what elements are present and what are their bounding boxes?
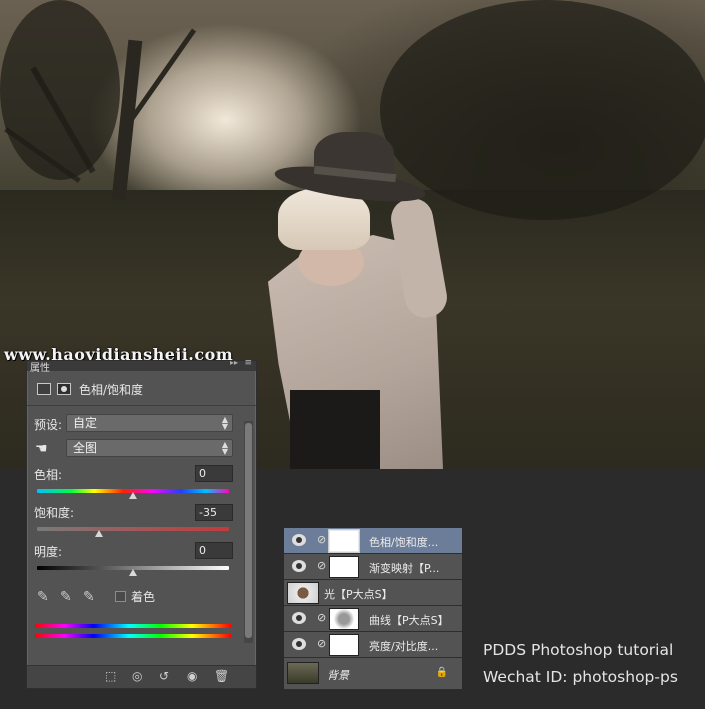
layer-row[interactable]: 背景 🔒: [284, 658, 462, 690]
saturation-slider-track[interactable]: [37, 527, 229, 531]
hue-input[interactable]: 0: [195, 465, 233, 482]
panel-title-row: 色相/饱和度: [37, 380, 143, 398]
link-icon: ⊘: [317, 637, 327, 650]
layer-visibility-eye-icon[interactable]: [292, 560, 306, 572]
trash-icon[interactable]: 🗑: [214, 669, 229, 683]
credit-line-2: Wechat ID: photoshop-ps: [483, 668, 678, 686]
saturation-slider-thumb[interactable]: [95, 530, 104, 537]
link-icon: ⊘: [317, 559, 327, 572]
targeted-adjustment-hand-icon[interactable]: ☚: [35, 441, 48, 457]
dropdown-arrows-icon: ▲ ▼: [221, 440, 228, 456]
lightness-input[interactable]: 0: [195, 542, 233, 559]
lock-icon: 🔒: [435, 667, 448, 678]
link-icon: ⊘: [317, 533, 327, 546]
channel-value: 全图: [73, 441, 98, 455]
woman-skirt: [290, 390, 380, 469]
layer-name: 曲线【P大点S】: [369, 614, 449, 627]
input-color-bar: [35, 624, 231, 628]
eyedropper-minus-icon[interactable]: ✎: [83, 589, 95, 605]
lightness-label: 明度:: [34, 545, 63, 559]
mask-icon[interactable]: [57, 383, 71, 395]
foliage: [0, 0, 120, 180]
layer-mask-thumbnail[interactable]: [329, 634, 359, 656]
layer-mask-thumbnail[interactable]: [329, 608, 359, 630]
layer-row[interactable]: ⊘ 亮度/对比度...: [284, 632, 462, 658]
layer-name: 亮度/对比度...: [369, 640, 439, 653]
panel-scrollbar[interactable]: [244, 421, 253, 643]
layer-row[interactable]: 光【P大点S】: [284, 580, 462, 606]
preset-value: 自定: [73, 416, 98, 430]
layer-row[interactable]: ⊘ 曲线【P大点S】: [284, 606, 462, 632]
panel-title: 色相/饱和度: [79, 382, 144, 397]
hue-label: 色相:: [34, 468, 63, 482]
output-color-bar: [35, 634, 231, 638]
visibility-eye-icon[interactable]: ◉: [187, 669, 197, 683]
layer-row[interactable]: ⊘ 渐变映射【P...: [284, 554, 462, 580]
eyedropper-icon[interactable]: ✎: [37, 589, 49, 605]
clip-to-layer-icon[interactable]: ⬚: [105, 669, 116, 683]
preset-dropdown[interactable]: 自定 ▲ ▼: [66, 414, 233, 432]
layer-thumbnail[interactable]: [287, 662, 319, 684]
layer-mask-thumbnail[interactable]: [329, 556, 359, 578]
layer-thumbnail[interactable]: [287, 582, 319, 604]
layer-visibility-eye-icon[interactable]: [292, 612, 306, 624]
colorize-label: 着色: [131, 590, 156, 604]
layer-name: 渐变映射【P...: [369, 562, 440, 575]
view-previous-icon[interactable]: ◎: [132, 669, 142, 683]
layer-mask-thumbnail[interactable]: [329, 530, 359, 552]
reset-icon[interactable]: ↺: [159, 669, 169, 683]
dropdown-arrows-icon: ▲ ▼: [221, 415, 228, 431]
eyedropper-plus-icon[interactable]: ✎: [60, 589, 72, 605]
layer-row[interactable]: ⊘ 色相/饱和度...: [284, 528, 462, 554]
colorize-checkbox[interactable]: [115, 591, 126, 602]
saturation-input[interactable]: -35: [195, 504, 233, 521]
panel-menu-icon[interactable]: ≡: [244, 358, 252, 368]
layer-name: 光【P大点S】: [324, 588, 393, 601]
layers-panel: ⊘ 色相/饱和度... ⊘ 渐变映射【P... 光【P大点S】 ⊘ 曲线【P大点…: [283, 527, 463, 691]
panel-footer: ⬚ ◎ ↺ ◉ 🗑: [27, 665, 256, 688]
layer-name: 色相/饱和度...: [369, 536, 439, 549]
saturation-label: 饱和度:: [34, 506, 75, 520]
collapse-arrows-icon[interactable]: ▸▸: [230, 358, 238, 367]
foliage: [380, 0, 705, 220]
link-icon: ⊘: [317, 611, 327, 624]
lightness-slider-thumb[interactable]: [129, 569, 137, 576]
hue-slider-thumb[interactable]: [129, 492, 137, 499]
properties-panel: 属性 ▸▸ ≡ 色相/饱和度 预设: 自定 ▲ ▼ ☚ 全图 ▲ ▼ 色相: 0 饱…: [26, 358, 257, 689]
credit-line-1: PDDS Photoshop tutorial: [483, 641, 674, 659]
tab-properties[interactable]: 属性: [30, 359, 50, 374]
layer-name: 背景: [327, 669, 349, 682]
scrollbar-thumb[interactable]: [245, 423, 252, 638]
preset-label: 预设:: [34, 418, 63, 432]
panel-tabbar: 属性 ▸▸ ≡: [27, 358, 256, 374]
divider: [27, 405, 256, 406]
layer-visibility-eye-icon[interactable]: [292, 534, 306, 546]
adjustment-icon[interactable]: [37, 383, 51, 395]
channel-dropdown[interactable]: 全图 ▲ ▼: [66, 439, 233, 457]
layer-visibility-eye-icon[interactable]: [292, 638, 306, 650]
